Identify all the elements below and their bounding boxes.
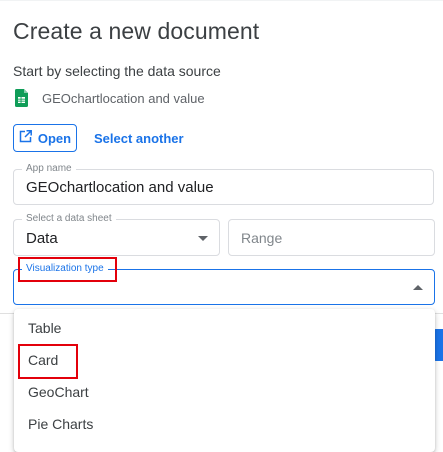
visualization-type-label: Visualization type (22, 263, 108, 275)
option-table[interactable]: Table (14, 312, 435, 344)
app-name-field[interactable]: App name GEOchartlocation and value (13, 163, 434, 205)
app-name-value: GEOchartlocation and value (26, 179, 214, 196)
data-sheet-label: Select a data sheet (22, 213, 116, 225)
app-name-label: App name (22, 163, 76, 175)
google-sheets-icon (15, 89, 28, 107)
create-document-dialog: Create a new document Start by selecting… (0, 0, 443, 452)
select-another-link[interactable]: Select another (94, 131, 184, 146)
chevron-up-icon (413, 285, 423, 290)
chevron-down-icon (198, 236, 208, 241)
open-button[interactable]: Open (13, 124, 77, 152)
range-placeholder: Range (241, 230, 283, 246)
data-sheet-select[interactable]: Select a data sheet Data (13, 213, 220, 256)
top-divider (0, 0, 443, 1)
option-pie-charts[interactable]: Pie Charts (14, 408, 435, 440)
data-source-name: GEOchartlocation and value (42, 90, 205, 106)
option-card[interactable]: Card (14, 344, 435, 376)
data-source-row: GEOchartlocation and value (15, 89, 205, 107)
range-input[interactable]: Range (228, 219, 435, 256)
visualization-type-dropdown: Table Card GeoChart Pie Charts (14, 309, 435, 452)
option-geochart[interactable]: GeoChart (14, 376, 435, 408)
dialog-subtitle: Start by selecting the data source (13, 63, 221, 79)
dialog-title: Create a new document (13, 18, 260, 44)
visualization-type-select[interactable]: Visualization type (13, 263, 435, 305)
open-in-new-icon (19, 130, 32, 146)
data-sheet-value: Data (26, 230, 58, 247)
open-button-label: Open (37, 130, 72, 146)
